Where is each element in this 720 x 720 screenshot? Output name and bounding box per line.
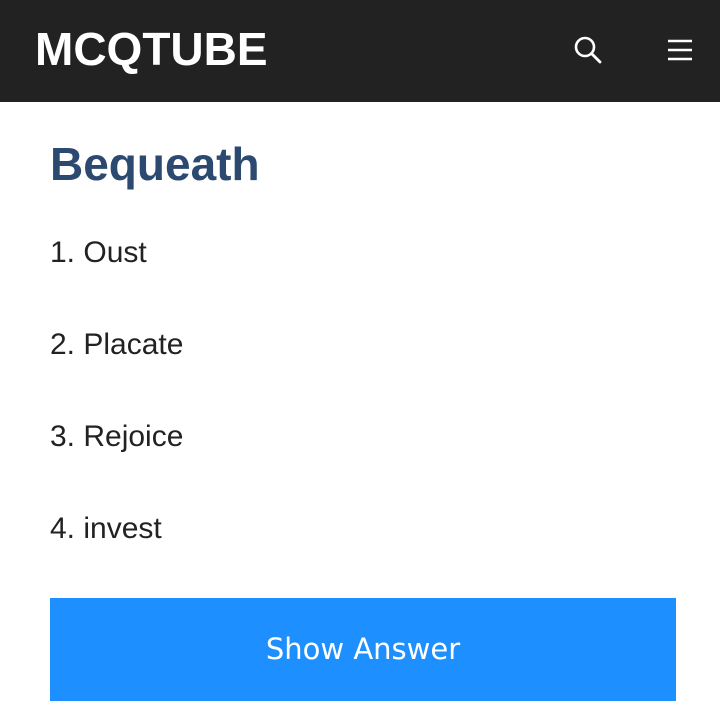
site-logo[interactable]: MCQTUBE xyxy=(35,24,268,74)
hamburger-menu-icon xyxy=(668,39,692,61)
menu-button[interactable] xyxy=(662,32,698,68)
top-header: MCQTUBE xyxy=(0,0,720,102)
option-3: 3. Rejoice xyxy=(50,420,184,453)
search-button[interactable] xyxy=(570,32,606,68)
show-answer-button[interactable]: Show Answer xyxy=(50,598,676,701)
option-4: 4. invest xyxy=(50,512,162,545)
question-title: Bequeath xyxy=(50,138,260,190)
option-1: 1. Oust xyxy=(50,236,147,269)
search-icon xyxy=(574,36,602,64)
option-2: 2. Placate xyxy=(50,328,184,361)
